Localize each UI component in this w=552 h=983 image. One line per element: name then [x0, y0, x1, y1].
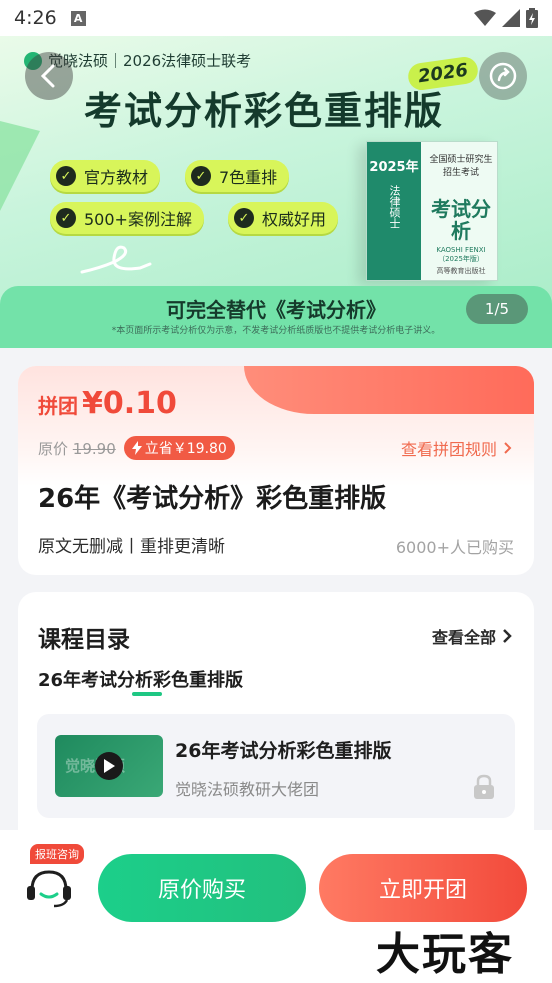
share-button[interactable]	[479, 52, 527, 100]
book-spine: 2025年 法律硕士	[367, 142, 421, 280]
watermark-logo: 大玩客	[376, 929, 514, 980]
group-rules-link[interactable]: 查看拼团规则	[401, 436, 512, 460]
feature-pill: ✓ 官方教材	[50, 160, 161, 192]
price-card: 拼团 ¥0.10 原价 19.90 立省￥19.80 查看拼团规则 26年《考试…	[18, 366, 534, 575]
page-indicator: 1/5	[466, 294, 528, 324]
feature-pill: ✓ 权威好用	[228, 202, 339, 234]
product-banner[interactable]: 觉晓法硕｜2026法律硕士联考 2026 考试分析彩色重排版 ✓ 官方教材 ✓ 7色…	[0, 36, 552, 348]
pill-label: 权威好用	[262, 210, 327, 229]
original-price: 原价 19.90	[38, 439, 116, 458]
course-list-item[interactable]: 觉晓法硕 26年考试分析彩色重排版 觉晓法硕教研大佬团	[37, 714, 515, 818]
price-ribbon	[244, 366, 534, 414]
play-icon[interactable]	[95, 752, 123, 780]
check-icon: ✓	[56, 166, 76, 186]
chevron-right-icon	[504, 442, 512, 454]
check-icon: ✓	[234, 208, 254, 228]
status-bar: 4:26 A	[0, 0, 552, 36]
group-price: 拼团 ¥0.10	[38, 386, 177, 421]
course-title: 26年考试分析彩色重排版	[175, 740, 392, 762]
price-label: 拼团	[38, 394, 78, 418]
book-subtitle: KAOSHI FENXI （2025年版）	[436, 246, 486, 263]
pill-label: 7色重排	[219, 168, 278, 187]
book-top-text: 全国硕士研究生招生考试	[429, 155, 493, 178]
feature-pill: ✓ 7色重排	[185, 160, 290, 192]
battery-icon	[526, 8, 538, 28]
see-all-link[interactable]: 查看全部	[432, 624, 512, 648]
pill-label: 500+案例注解	[84, 210, 192, 229]
chevron-left-icon	[40, 64, 55, 88]
back-button[interactable]	[25, 52, 73, 100]
save-badge-label: 立省￥19.80	[144, 441, 227, 457]
brand-text: 觉晓法硕｜2026法律硕士联考	[48, 52, 252, 70]
book-cover-image: 2025年 法律硕士 全国硕士研究生招生考试 考试分析 KAOSHI FENXI…	[366, 141, 498, 281]
book-spine-text: 法律硕士	[388, 185, 401, 229]
tab-underline	[132, 692, 162, 696]
buy-original-price-button[interactable]: 原价购买	[98, 854, 306, 922]
pill-label: 官方教材	[84, 168, 149, 187]
check-icon: ✓	[191, 166, 211, 186]
consult-button[interactable]: 报班咨询	[22, 844, 86, 914]
consult-tag: 报班咨询	[30, 844, 84, 864]
course-catalog-card: 课程目录 查看全部 26年考试分析彩色重排版 觉晓法硕 26年考试分析彩色重排版…	[18, 592, 534, 852]
catalog-title: 课程目录	[38, 627, 130, 653]
tab-course[interactable]: 26年考试分析彩色重排版	[38, 666, 243, 692]
strip-note: *本页面所示考试分析仅为示意，不发考试分析纸质版也不提供考试分析电子讲义。	[111, 326, 441, 336]
status-icons	[474, 8, 538, 28]
course-author: 觉晓法硕教研大佬团	[175, 780, 320, 799]
banner-title: 考试分析彩色重排版	[84, 89, 445, 133]
buyer-count: 6000+人已购买	[395, 538, 514, 557]
start-group-buy-button[interactable]: 立即开团	[319, 854, 527, 922]
original-price-row: 原价 19.90 立省￥19.80	[38, 436, 235, 460]
book-year: 2025年	[369, 160, 419, 175]
book-name: 考试分析	[431, 197, 491, 243]
wifi-icon	[474, 9, 496, 26]
chevron-right-icon	[503, 629, 512, 643]
status-time: 4:26	[14, 7, 57, 29]
check-icon: ✓	[56, 208, 76, 228]
product-title: 26年《考试分析》彩色重排版	[38, 484, 387, 514]
bottom-action-bar: 报班咨询 原价购买 立即开团 大玩客	[0, 830, 552, 983]
lightning-icon	[131, 441, 142, 455]
signal-icon	[502, 9, 520, 27]
price-value: ¥0.10	[82, 386, 177, 421]
triangle-decoration	[0, 121, 40, 211]
course-thumbnail[interactable]: 觉晓法硕	[55, 735, 163, 797]
product-features: 原文无删减丨重排更清晰	[38, 537, 225, 557]
notification-icon: A	[70, 10, 86, 26]
book-publisher: 高等教育出版社	[436, 267, 486, 275]
headset-icon	[27, 870, 71, 908]
feature-pill: ✓ 500+案例注解	[50, 202, 204, 234]
save-badge: 立省￥19.80	[123, 436, 235, 460]
squiggle-decoration	[80, 245, 152, 274]
lock-icon	[474, 774, 494, 799]
rule-link-label: 查看拼团规则	[400, 440, 497, 459]
share-icon	[489, 62, 517, 90]
banner-strip: 可完全替代《考试分析》 *本页面所示考试分析仅为示意，不发考试分析纸质版也不提供…	[0, 286, 552, 348]
see-all-label: 查看全部	[431, 628, 496, 647]
